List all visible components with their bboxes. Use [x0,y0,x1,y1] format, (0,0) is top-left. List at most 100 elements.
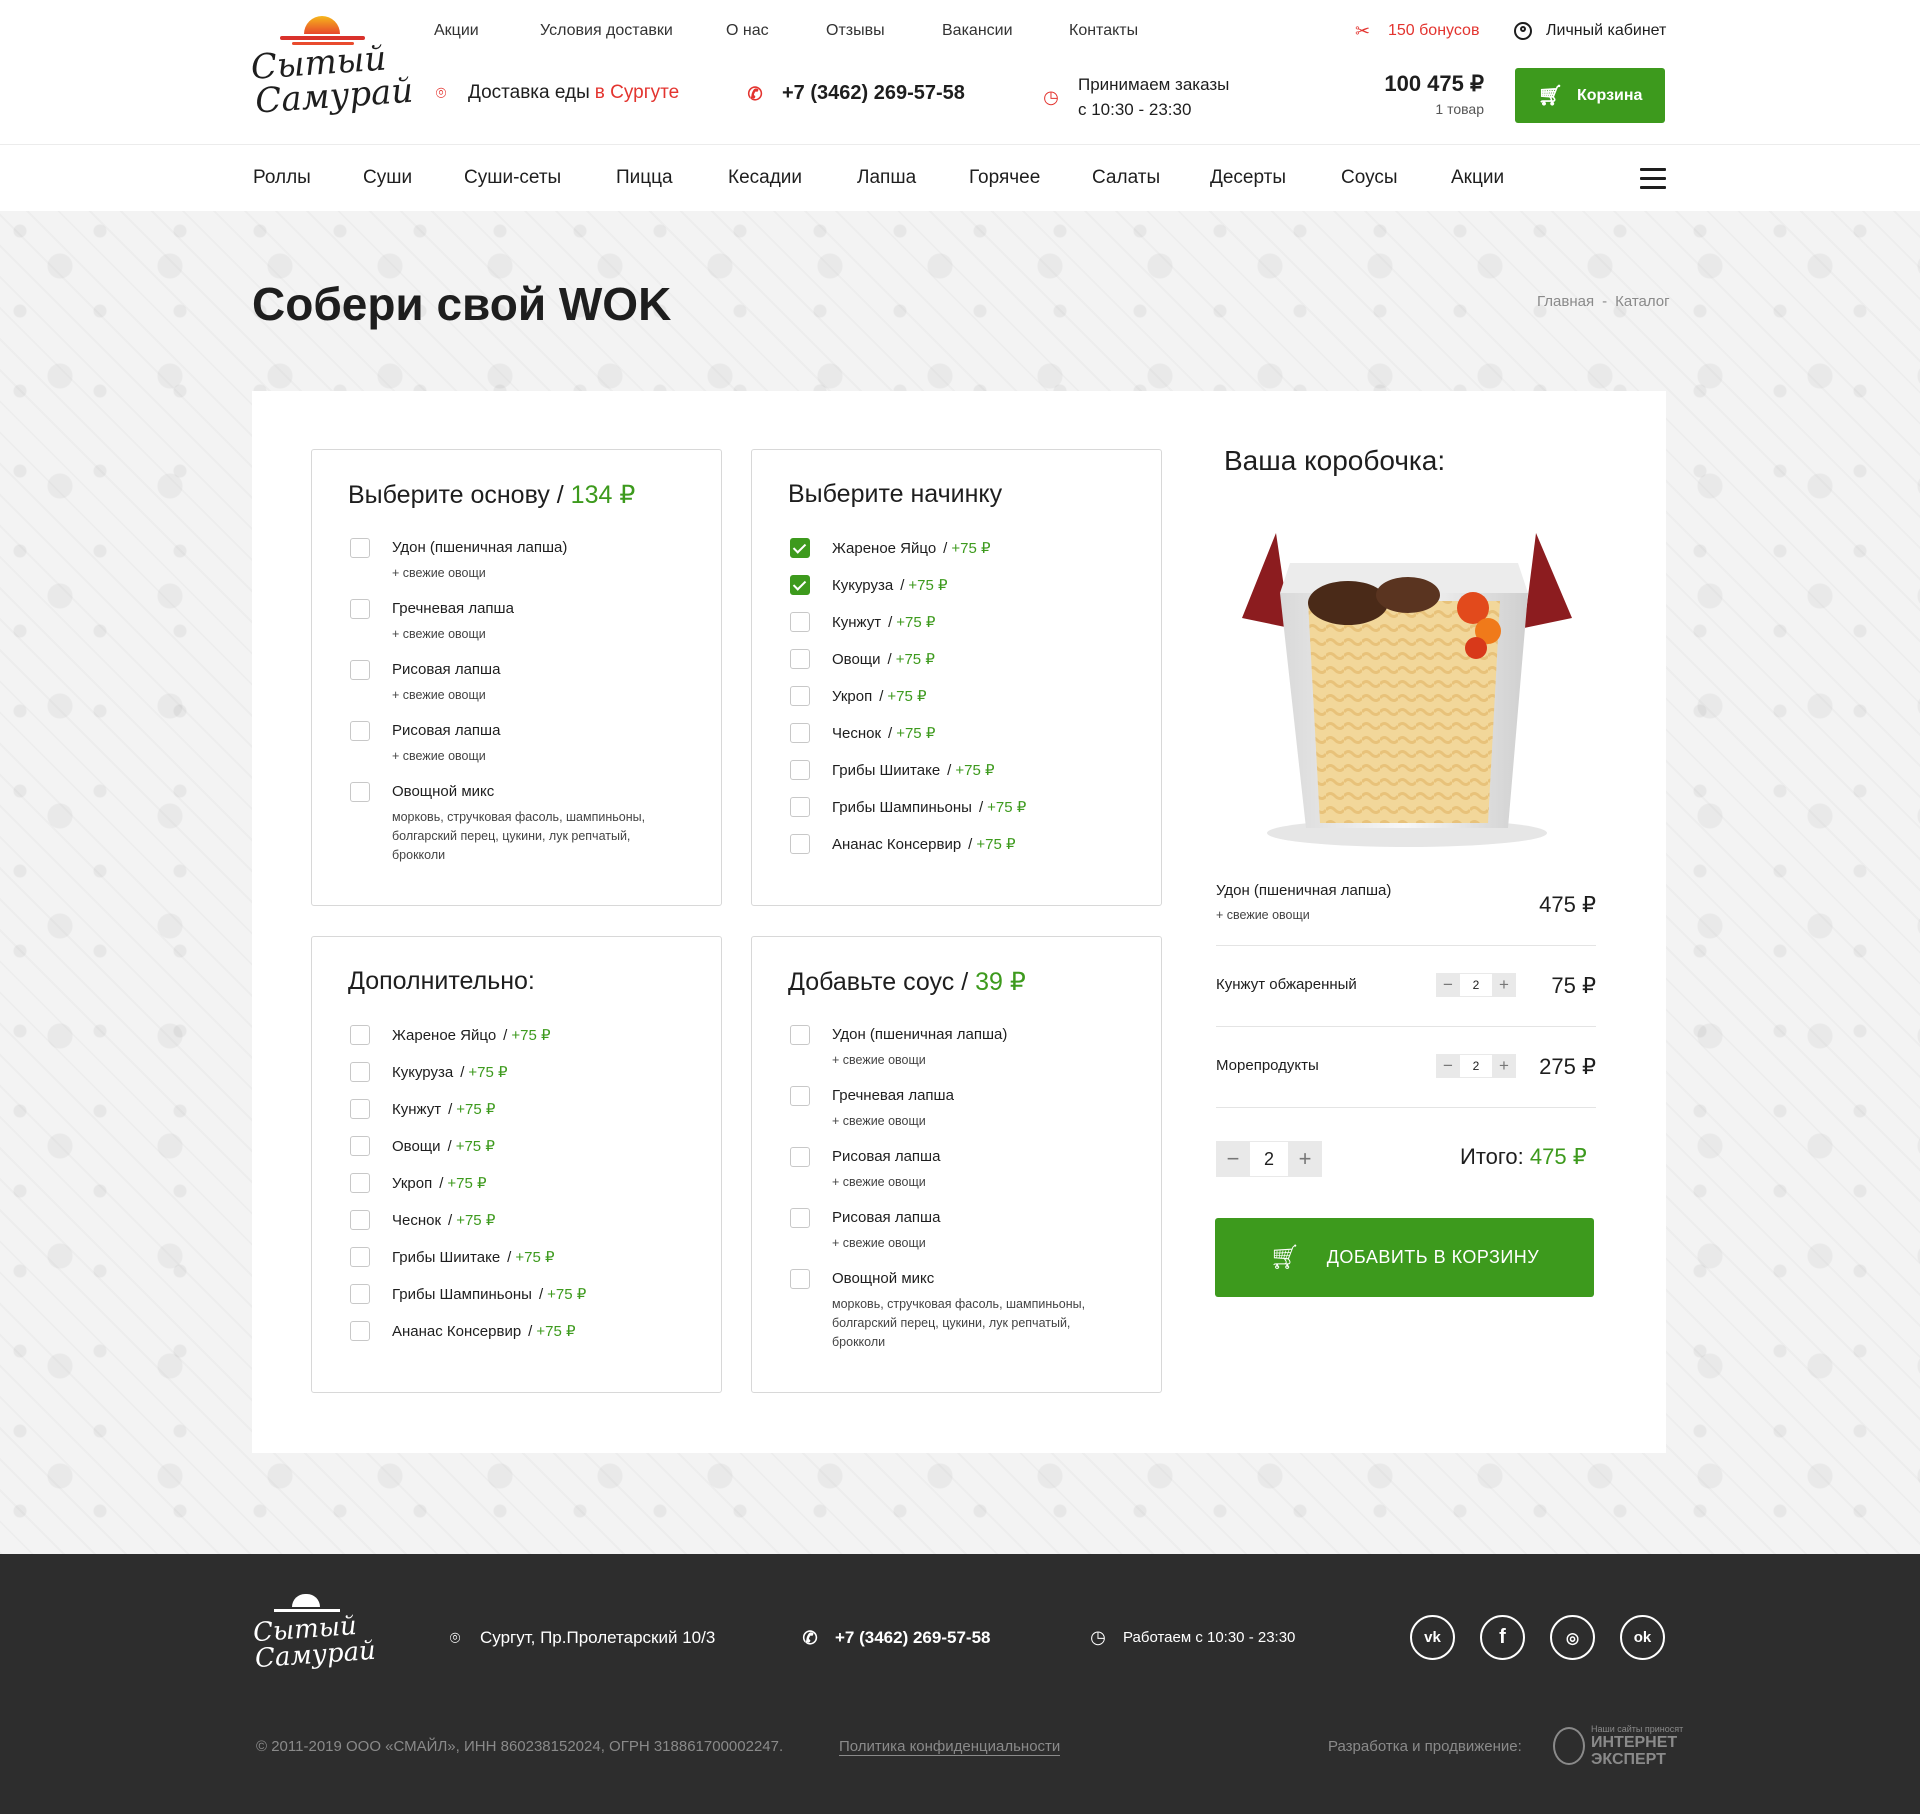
plus-button[interactable]: + [1492,973,1516,997]
sauce-option[interactable]: Овощной микс морковь, стручковая фасоль, … [790,1269,1122,1352]
checkbox[interactable] [790,1208,810,1228]
nav-promo[interactable]: Акции [1451,167,1504,189]
sauce-option[interactable]: Рисовая лапша + свежие овощи [790,1147,940,1192]
filling-option[interactable]: Овощи / +75 ₽ [790,649,935,669]
checkbox-checked[interactable] [790,538,810,558]
filling-option[interactable]: Чеснок / +75 ₽ [790,723,935,743]
add-to-cart-button[interactable]: 🛒︎ ДОБАВИТЬ В КОРЗИНУ [1215,1218,1594,1297]
sauce-option[interactable]: Рисовая лапша + свежие овощи [790,1208,940,1253]
extra-option[interactable]: Кунжут / +75 ₽ [350,1099,495,1119]
checkbox[interactable] [790,686,810,706]
footer-logo[interactable]: Сытый Самурай [252,1594,377,1689]
topnav-reviews[interactable]: Отзывы [826,22,885,40]
nav-sushi-sets[interactable]: Суши-сеты [464,167,561,189]
checkbox[interactable] [350,1284,370,1304]
header-phone[interactable]: ✆ +7 (3462) 269-57-58 [746,82,964,105]
developer-logo[interactable]: Наши сайты приносят ИНТЕРНЕТ ЭКСПЕРТ [1553,1724,1683,1768]
quantity-stepper[interactable]: − 2 + [1436,973,1516,997]
plus-button[interactable]: + [1288,1141,1322,1177]
nav-pizza[interactable]: Пицца [616,167,673,189]
base-option[interactable]: Рисовая лапша + свежие овощи [350,721,500,766]
extra-option[interactable]: Грибы Шиитаке / +75 ₽ [350,1247,555,1267]
checkbox[interactable] [350,660,370,680]
filling-option[interactable]: Ананас Консервир / +75 ₽ [790,834,1016,854]
checkbox[interactable] [790,834,810,854]
box-quantity-stepper[interactable]: − 2 + [1216,1141,1322,1177]
base-option[interactable]: Гречневая лапша + свежие овощи [350,599,514,644]
extra-option[interactable]: Овощи / +75 ₽ [350,1136,495,1156]
nav-desserts[interactable]: Десерты [1210,167,1286,189]
vk-icon[interactable]: vk [1410,1615,1455,1660]
minus-button[interactable]: − [1436,1054,1460,1078]
checkbox[interactable] [790,649,810,669]
minus-button[interactable]: − [1436,973,1460,997]
topnav-promo[interactable]: Акции [434,22,479,40]
instagram-icon[interactable]: ◎ [1550,1615,1595,1660]
nav-hot[interactable]: Горячее [969,167,1040,189]
filling-option[interactable]: Кукуруза / +75 ₽ [790,575,948,595]
nav-noodles[interactable]: Лапша [857,167,916,189]
bonus-link[interactable]: ✂ 150 бонусов [1355,22,1479,40]
extra-option[interactable]: Укроп / +75 ₽ [350,1173,487,1193]
quantity-stepper[interactable]: − 2 + [1436,1054,1516,1078]
checkbox[interactable] [350,1247,370,1267]
checkbox[interactable] [350,1210,370,1230]
filling-option[interactable]: Грибы Шампиньоны / +75 ₽ [790,797,1026,817]
nav-sushi[interactable]: Суши [363,167,412,189]
menu-burger-icon[interactable] [1640,168,1666,190]
minus-button[interactable]: − [1216,1141,1250,1177]
extra-option[interactable]: Ананас Консервир / +75 ₽ [350,1321,576,1341]
base-option[interactable]: Рисовая лапша + свежие овощи [350,660,500,705]
sauce-option[interactable]: Гречневая лапша + свежие овощи [790,1086,954,1131]
extra-option[interactable]: Жареное Яйцо / +75 ₽ [350,1025,551,1045]
delivery-city[interactable]: в Сургуте [595,82,679,104]
checkbox[interactable] [790,1086,810,1106]
extra-option[interactable]: Грибы Шампиньоны / +75 ₽ [350,1284,586,1304]
filling-option[interactable]: Жареное Яйцо / +75 ₽ [790,538,991,558]
delivery-info[interactable]: ⌾ Доставка еды в Сургуте [432,82,680,104]
checkbox[interactable] [350,1321,370,1341]
checkbox[interactable] [790,760,810,780]
checkbox[interactable] [790,1147,810,1167]
checkbox-checked[interactable] [790,575,810,595]
logo[interactable]: Сытый Самурай [250,14,415,129]
topnav-vacancies[interactable]: Вакансии [942,22,1013,40]
filling-option[interactable]: Грибы Шиитаке / +75 ₽ [790,760,995,780]
nav-quesadillas[interactable]: Кесадии [728,167,802,189]
base-option[interactable]: Удон (пшеничная лапша) + свежие овощи [350,538,567,583]
checkbox[interactable] [790,612,810,632]
checkbox[interactable] [350,538,370,558]
checkbox[interactable] [790,1269,810,1289]
base-option[interactable]: Овощной микс морковь, стручковая фасоль, … [350,782,682,865]
checkbox[interactable] [790,797,810,817]
breadcrumb-catalog[interactable]: Каталог [1615,293,1670,310]
checkbox[interactable] [350,1062,370,1082]
checkbox[interactable] [350,1173,370,1193]
checkbox[interactable] [350,1136,370,1156]
checkbox[interactable] [790,723,810,743]
checkbox[interactable] [350,721,370,741]
nav-sauces[interactable]: Соусы [1341,167,1398,189]
checkbox[interactable] [350,1025,370,1045]
checkbox[interactable] [350,599,370,619]
odnoklassniki-icon[interactable]: ok [1620,1615,1665,1660]
facebook-icon[interactable]: f [1480,1615,1525,1660]
quantity-value[interactable]: 2 [1460,973,1492,997]
breadcrumb-home[interactable]: Главная [1537,293,1594,310]
footer-phone[interactable]: ✆ +7 (3462) 269-57-58 [801,1628,990,1648]
extra-option[interactable]: Кукуруза / +75 ₽ [350,1062,508,1082]
sauce-option[interactable]: Удон (пшеничная лапша) + свежие овощи [790,1025,1007,1070]
nav-rolls[interactable]: Роллы [253,167,311,189]
account-link[interactable]: Личный кабинет [1514,22,1666,40]
topnav-delivery-terms[interactable]: Условия доставки [540,22,673,40]
checkbox[interactable] [350,1099,370,1119]
checkbox[interactable] [350,782,370,802]
filling-option[interactable]: Кунжут / +75 ₽ [790,612,935,632]
nav-salads[interactable]: Салаты [1092,167,1160,189]
privacy-link[interactable]: Политика конфиденциальности [839,1738,1061,1756]
topnav-about[interactable]: О нас [726,22,769,40]
plus-button[interactable]: + [1492,1054,1516,1078]
filling-option[interactable]: Укроп / +75 ₽ [790,686,927,706]
topnav-contacts[interactable]: Контакты [1069,22,1138,40]
box-quantity-value[interactable]: 2 [1250,1141,1288,1177]
